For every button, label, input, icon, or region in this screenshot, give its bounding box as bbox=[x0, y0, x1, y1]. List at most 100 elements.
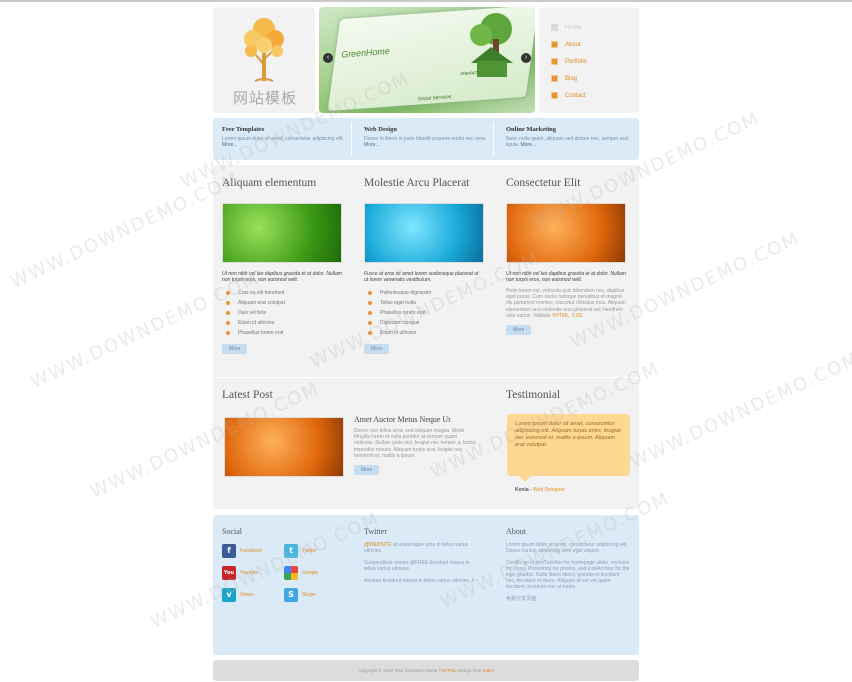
list-item[interactable]: Cras eu elit hendrerit bbox=[222, 288, 342, 298]
footer-heading: Social bbox=[222, 527, 242, 536]
list-item[interactable]: Duis vel felis bbox=[222, 308, 342, 318]
nav-item-contact[interactable]: Contact bbox=[551, 87, 587, 104]
main-content: Aliquam elementum Ut non nibh vel leo da… bbox=[213, 165, 639, 509]
testimonial-heading: Testimonial bbox=[506, 389, 561, 401]
more-button[interactable]: More bbox=[506, 325, 532, 336]
latest-post-title[interactable]: Amet Auctor Metus Neque Ut bbox=[354, 415, 478, 424]
latest-post-body: Amet Auctor Metus Neque Ut Donec non tel… bbox=[354, 415, 478, 476]
nav-label: About bbox=[565, 41, 581, 48]
vimeo-icon: v bbox=[222, 588, 236, 602]
about-note: 免费分享页面 bbox=[506, 596, 537, 602]
column-title: Molestie Arcu Placerat bbox=[364, 177, 470, 189]
nav-label: Contact bbox=[565, 92, 586, 99]
skype-icon: S bbox=[284, 588, 298, 602]
top-border bbox=[0, 0, 852, 2]
facebook-icon: f bbox=[222, 544, 236, 558]
column-image bbox=[222, 203, 342, 263]
column-paragraph: Proin lorem est, vehicula quis bibendum … bbox=[506, 288, 626, 319]
copyright-text: Copyright © 2012 Your Company Name | bbox=[358, 668, 440, 673]
social-facebook[interactable]: f Facebook bbox=[222, 544, 262, 558]
feature-more-link[interactable]: More... bbox=[222, 142, 238, 148]
copyright-text: Design from bbox=[457, 668, 482, 673]
social-youtube[interactable]: You Youtube bbox=[222, 566, 258, 580]
footer-social: Social f Facebook t Twitter You Youtube Goo… bbox=[222, 527, 352, 612]
social-links: f Facebook t Twitter You Youtube Google v Vi… bbox=[222, 542, 352, 612]
more-button[interactable]: More bbox=[222, 344, 248, 354]
logo-panel[interactable]: 网站模板 bbox=[213, 7, 315, 113]
list-item[interactable]: Pellentesque dignissim bbox=[364, 288, 484, 298]
feature-col: Online Marketing Nunc nulla quam, aliqua… bbox=[506, 126, 638, 148]
footer-about: About Lorem ipsum dolor sit amet, consec… bbox=[506, 527, 630, 608]
list-item[interactable]: Phasellus lorem erat bbox=[364, 308, 484, 318]
content-column-3: Consectetur Elit Ut non nibh vel leo dap… bbox=[506, 165, 626, 336]
about-text: Lorem ipsum dolor sit amet, consectetur … bbox=[506, 542, 628, 554]
feature-title: Web Design bbox=[364, 126, 398, 133]
main-nav: Home About Portfolio Blog Contact bbox=[539, 7, 639, 113]
copyright-bar: Copyright © 2012 Your Company Name | XHT… bbox=[213, 660, 639, 681]
divider bbox=[493, 122, 494, 156]
nav-item-portfolio[interactable]: Portfolio bbox=[551, 53, 587, 70]
slider-next-button[interactable]: › bbox=[521, 53, 531, 63]
feature-text: Lorem ipsum dolor sit amet, consectetur … bbox=[222, 136, 344, 148]
css-link[interactable]: CSS bbox=[572, 313, 582, 319]
nav-item-about[interactable]: About bbox=[551, 36, 587, 53]
nav-label: Blog bbox=[565, 75, 578, 82]
list-item[interactable]: Dignissim congue bbox=[364, 318, 484, 328]
latest-post-text: Donec non tellus urna, sed aliquam magna… bbox=[354, 428, 476, 459]
social-google[interactable]: Google bbox=[284, 566, 318, 580]
portfolio-icon bbox=[551, 58, 558, 65]
blog-icon bbox=[551, 75, 558, 82]
list-item[interactable]: Tellus eget nulla bbox=[364, 298, 484, 308]
tweet: Suspendisse ornare @FREE tincidunt massa… bbox=[364, 560, 470, 572]
nav-item-home[interactable]: Home bbox=[551, 19, 587, 36]
latest-post-heading: Latest Post bbox=[222, 389, 273, 401]
features-bar: Free Templates Lorem ipsum dolor sit ame… bbox=[213, 118, 639, 160]
list-item[interactable]: Aliquam erat volutpat bbox=[222, 298, 342, 308]
feature-more-link[interactable]: More... bbox=[520, 142, 536, 148]
nav-item-blog[interactable]: Blog bbox=[551, 70, 587, 87]
testimonial-author: Kenia - Web Designer bbox=[515, 487, 565, 493]
nav-label: Home bbox=[565, 24, 582, 31]
footer-heading: About bbox=[506, 527, 526, 536]
slider-caption-3: Social Services bbox=[417, 94, 452, 103]
column-title: Aliquam elementum bbox=[222, 177, 317, 189]
copyright-link[interactable]: XHTML bbox=[441, 668, 456, 673]
divider bbox=[351, 122, 352, 156]
list-item[interactable]: Etiam id ultricies bbox=[222, 318, 342, 328]
list-item[interactable]: Phasellus lorem erat bbox=[222, 328, 342, 338]
tweet: @WEBSITE at scelerisque urna in tellus v… bbox=[364, 542, 469, 554]
xhtml-link[interactable]: XHTML bbox=[552, 313, 569, 319]
nav-label: Portfolio bbox=[565, 58, 588, 65]
google-icon bbox=[284, 566, 298, 580]
testimonial-quote: Lorem ipsum dolor sit amet, consectetur … bbox=[507, 414, 630, 482]
tree-house-icon bbox=[470, 13, 513, 77]
social-vimeo[interactable]: v Vimeo bbox=[222, 588, 254, 602]
logo-text: 网站模板 bbox=[233, 89, 298, 107]
social-twitter[interactable]: t Twitter bbox=[284, 544, 317, 558]
footer: Social f Facebook t Twitter You Youtube Goo… bbox=[213, 515, 639, 655]
feature-title: Free Templates bbox=[222, 126, 265, 133]
column-image bbox=[364, 203, 484, 263]
column-title: Consectetur Elit bbox=[506, 177, 581, 189]
footer-heading: Twitter bbox=[364, 527, 387, 536]
tree-logo-icon bbox=[244, 18, 284, 82]
feature-col: Free Templates Lorem ipsum dolor sit ame… bbox=[222, 126, 354, 148]
slider-prev-button[interactable]: ‹ bbox=[323, 53, 333, 63]
feature-col: Web Design Donec in libero in justo blan… bbox=[364, 126, 496, 148]
latest-post-image[interactable] bbox=[224, 417, 344, 477]
feature-more-link[interactable]: More... bbox=[364, 142, 380, 148]
home-icon bbox=[551, 24, 558, 31]
feature-text: Donec in libero in justo blandit posuere… bbox=[364, 136, 487, 148]
more-button[interactable]: More bbox=[354, 465, 380, 476]
watermark: WWW.DOWNDEMO.COM bbox=[7, 168, 244, 293]
more-button[interactable]: More bbox=[364, 344, 390, 354]
section-divider bbox=[213, 377, 639, 378]
copyright-link[interactable]: Index bbox=[483, 668, 494, 673]
column-intro: Fusce at eros sit amet lorem scelerisque… bbox=[364, 271, 479, 283]
social-skype[interactable]: S Skype bbox=[284, 588, 316, 602]
list-item[interactable]: Etiam id ultricies bbox=[364, 328, 484, 338]
slider-caption-1: GreenHome bbox=[340, 45, 391, 60]
header-slider[interactable]: GreenHome Interactive Media Social Servi… bbox=[319, 7, 535, 113]
contact-icon bbox=[551, 92, 558, 99]
content-column-2: Molestie Arcu Placerat Fusce at eros sit… bbox=[364, 165, 484, 354]
